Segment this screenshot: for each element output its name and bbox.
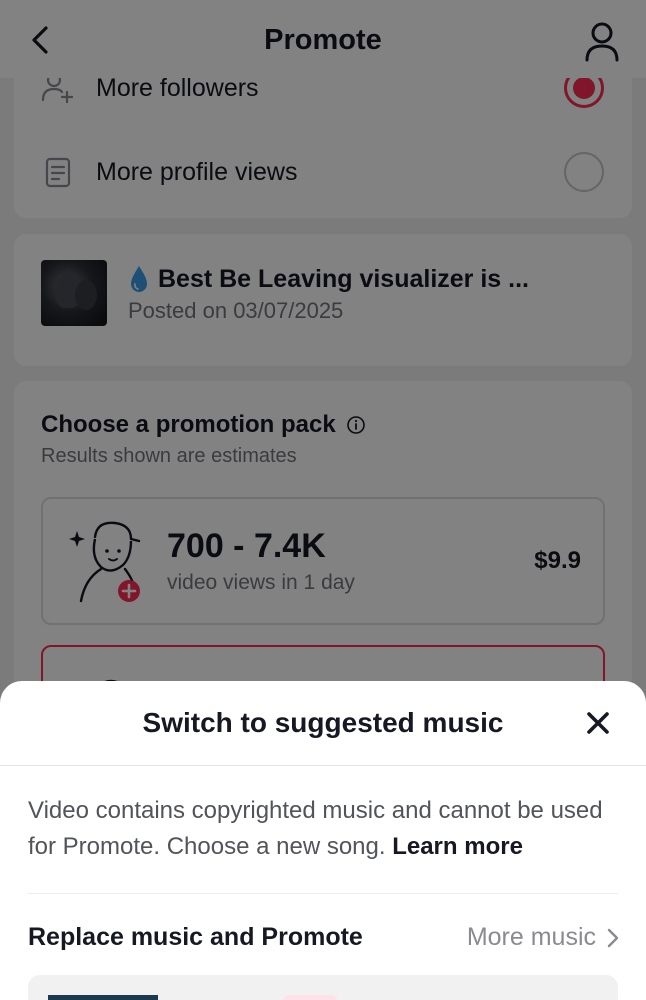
sheet-divider (0, 765, 646, 766)
more-music-label: More music (466, 923, 596, 951)
copyright-message: Video contains copyrighted music and can… (28, 793, 624, 865)
more-music-button[interactable]: More music (467, 923, 620, 952)
chevron-right-icon (607, 928, 619, 947)
learn-more-link[interactable]: Learn more (392, 833, 523, 860)
close-icon[interactable] (582, 707, 614, 739)
song-tag (282, 995, 338, 1000)
suggested-song-item[interactable] (28, 975, 618, 1000)
song-thumbnail (48, 995, 158, 1000)
replace-music-label: Replace music and Promote (28, 923, 363, 951)
section-divider (28, 893, 618, 894)
switch-music-sheet: Switch to suggested music Video contains… (0, 681, 646, 1000)
sheet-title: Switch to suggested music (142, 707, 504, 738)
